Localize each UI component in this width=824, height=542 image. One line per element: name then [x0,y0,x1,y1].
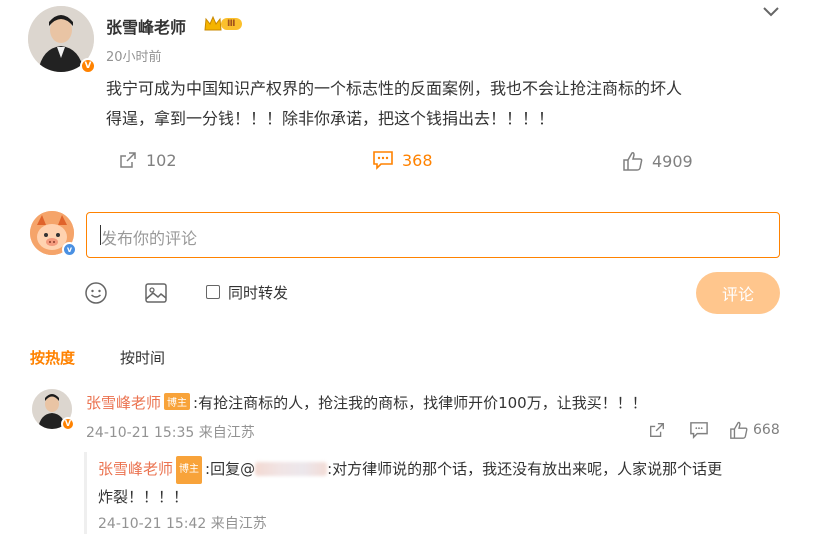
reply-text-continued: 炸裂！！！！ [98,488,189,506]
level-badge: Ⅲ [203,15,242,33]
reply-line: 张雪峰老师 博主:回复@:对方律师说的那个话，我还没有放出来呢，人家说那个话更 炸… [98,456,778,510]
author-avatar[interactable]: V [28,6,96,74]
repost-label[interactable]: 同时转发 [228,282,288,303]
comment-author-avatar[interactable]: V [32,389,75,431]
submit-comment-button[interactable]: 评论 [696,272,780,314]
post-text: 我宁可成为中国知识产权界的一个标志性的反面案例，我也不会让抢注商标的坏人 得逞，… [106,79,683,128]
obscured-mention[interactable] [255,462,328,476]
comment-text: :有抢注商标的人，抢注我的商标，找律师开价100万，让我买！！！ [193,394,647,412]
post-author-name[interactable]: 张雪峰老师 [106,14,186,38]
comment-author-name[interactable]: 张雪峰老师 [86,394,161,412]
post-time[interactable]: 20小时前 [106,46,162,65]
share-icon [650,423,664,437]
tab-sort-hot[interactable]: 按热度 [30,347,75,368]
share-icon [120,152,136,168]
thumbs-up-icon [623,152,643,171]
comment-icon [373,151,393,170]
comment-input[interactable]: 发布你的评论 [86,212,780,258]
comment-placeholder: 发布你的评论 [101,229,198,248]
user-verified-icon: v [62,242,77,257]
comment-line: 张雪峰老师 博主:有抢注商标的人，抢注我的商标，找律师开价100万，让我买！！！ [86,392,647,413]
blogger-badge: 博主 [164,393,191,410]
like-button[interactable]: 4909 [622,150,693,172]
repost-checkbox[interactable] [206,285,220,299]
reply-meta: 24-10-21 15:42 来自江苏 [98,516,267,532]
comment-icon [690,422,708,439]
tab-sort-time[interactable]: 按时间 [120,347,165,368]
image-icon[interactable] [144,281,168,305]
thumbs-up-icon [730,421,748,439]
comment-verified-icon: V [61,417,75,431]
repost-button[interactable]: 102 [118,150,177,170]
comment-share-button[interactable] [648,421,666,439]
comment-meta: 24-10-21 15:35 来自江苏 [86,425,255,441]
chevron-down-icon[interactable] [762,6,780,18]
verified-badge-icon: V [80,58,96,74]
comment-button[interactable]: 368 [372,150,433,170]
crown-icon [204,15,222,31]
comment-reply-button[interactable] [689,421,709,439]
reply-author-name[interactable]: 张雪峰老师 [98,460,173,478]
reply-thread-bar [84,452,87,534]
emoji-icon[interactable] [84,281,108,305]
reply-text: :对方律师说的那个话，我还没有放出来呢，人家说那个话更 [327,460,723,478]
comment-like-button[interactable]: 668 [729,420,780,440]
current-user-avatar[interactable]: v [30,211,77,257]
reply-blogger-badge: 博主 [176,456,203,484]
